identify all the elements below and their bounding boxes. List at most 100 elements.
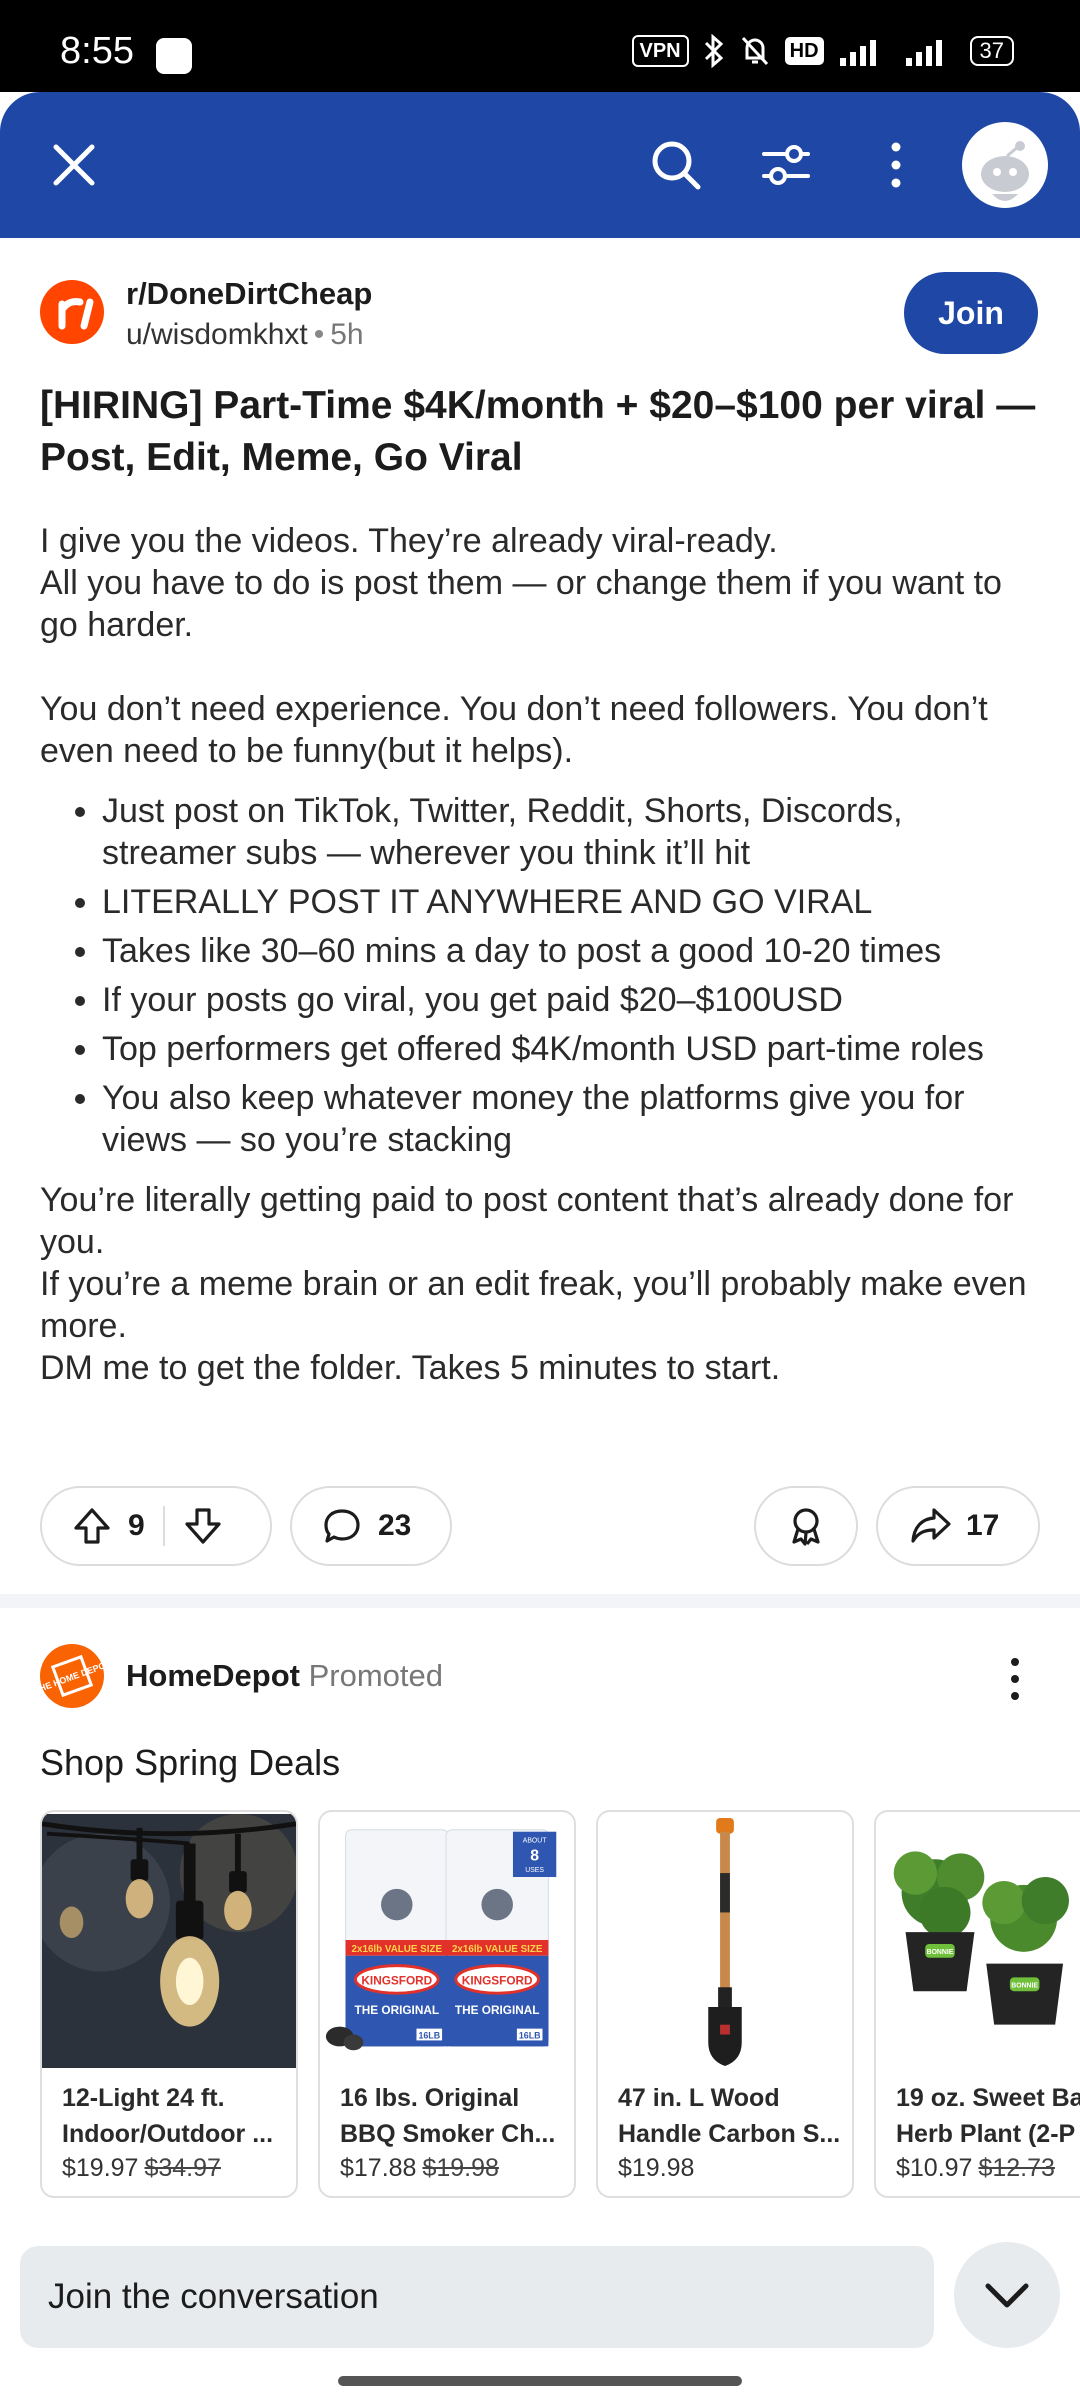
body-paragraph: You’re literally getting paid to post co… <box>40 1181 1014 1261</box>
bullet-item: Top performers get offered $4K/month USD… <box>102 1028 1040 1070</box>
comments-button[interactable]: 23 <box>290 1486 452 1566</box>
status-icons: VPN HD 37 <box>631 34 1014 68</box>
body-paragraph: DM me to get the folder. Takes 5 minutes… <box>40 1349 781 1387</box>
search-icon[interactable] <box>648 137 704 193</box>
badge-bottom-text: USES <box>525 1867 544 1874</box>
share-icon <box>911 1508 951 1543</box>
product-name-line: Handle Carbon S... <box>618 2120 841 2148</box>
charcoal-bags-image: 2x16lb VALUE SIZE 2x16lb VALUE SIZE KING… <box>320 1814 574 2068</box>
product-name-line: 19 oz. Sweet Ba <box>896 2084 1080 2112</box>
advertiser-name[interactable]: HomeDepot <box>126 1658 300 1693</box>
shovel-image <box>598 1814 852 2068</box>
downvote-icon[interactable] <box>183 1506 223 1546</box>
product-name[interactable]: 12-Light 24 ft. Indoor/Outdoor ... <box>62 2080 292 2152</box>
home-indicator[interactable] <box>338 2376 742 2386</box>
signal-icon-2 <box>905 40 942 66</box>
snoo-avatar-icon <box>981 141 1029 201</box>
body-paragraph: All you have to do is post them — or cha… <box>40 564 1002 644</box>
product-price: $10.97 $12.73 <box>896 2154 1055 2183</box>
chevron-down-icon <box>985 2283 1029 2308</box>
upvote-icon[interactable] <box>72 1506 112 1546</box>
signal-icon <box>839 40 876 66</box>
comment-input[interactable]: Join the conversation <box>20 2246 934 2348</box>
vpn-icon: VPN <box>631 35 689 67</box>
bullet-item: Just post on TikTok, Twitter, Reddit, Sh… <box>102 790 1040 874</box>
award-icon <box>792 1508 820 1546</box>
basil-plant-image: BONNIE BONNIE <box>876 1814 1080 2068</box>
bullet-list: Just post on TikTok, Twitter, Reddit, Sh… <box>40 790 1040 1161</box>
product-price: $17.88 $19.98 <box>340 2154 499 2183</box>
charcoal-brand-text: KINGSFORD <box>361 1973 432 1987</box>
subreddit-name[interactable]: r/DoneDirtCheap <box>126 276 372 312</box>
user-avatar[interactable] <box>962 122 1048 208</box>
product-card[interactable]: BONNIE BONNIE 19 oz. Sweet Ba Herb Plant … <box>874 1810 1080 2198</box>
join-button[interactable]: Join <box>904 272 1038 354</box>
product-card[interactable]: 12-Light 24 ft. Indoor/Outdoor ... $19.97… <box>40 1810 298 2198</box>
charcoal-sub-text: THE ORIGINAL <box>455 2003 540 2017</box>
vote-divider <box>162 1506 165 1546</box>
original-price: $19.98 <box>422 2154 499 2182</box>
badge-top-text: ABOUT <box>523 1838 547 1845</box>
award-button[interactable] <box>754 1486 858 1566</box>
subreddit-icon[interactable] <box>40 280 104 344</box>
vote-count: 9 <box>128 1509 145 1542</box>
bottom-bar: Join the conversation <box>0 2236 1080 2400</box>
product-price: $19.97 $34.97 <box>62 2154 221 2183</box>
body-paragraph: I give you the videos. They’re already v… <box>40 522 778 560</box>
homedepot-logo[interactable]: THE HOME DEPOT <box>33 1644 113 1708</box>
body-paragraph: You don’t need experience. You don’t nee… <box>40 690 988 770</box>
body-paragraph: If you’re a meme brain or an edit freak,… <box>40 1265 1027 1345</box>
reddit-r-icon <box>58 298 94 330</box>
bullet-item: LITERALLY POST IT ANYWHERE AND GO VIRAL <box>102 881 1040 923</box>
current-price: $19.98 <box>618 2154 695 2182</box>
app-bar <box>0 92 1080 238</box>
current-price: $19.97 <box>62 2154 139 2182</box>
bluetooth-icon <box>704 34 723 68</box>
product-name[interactable]: 47 in. L Wood Handle Carbon S... <box>618 2080 848 2152</box>
meta-separator: • <box>313 318 325 351</box>
ad-more-icon[interactable] <box>1000 1654 1030 1704</box>
notification-app-icon <box>156 38 192 74</box>
bullet-item: You also keep whatever money the platfor… <box>102 1077 1040 1161</box>
status-bar: 8:55 VPN HD 37 <box>0 0 1080 92</box>
collapse-button[interactable] <box>954 2242 1060 2348</box>
clock: 8:55 <box>60 30 134 72</box>
comment-icon <box>324 1509 360 1543</box>
homedepot-logo-icon: THE HOME DEPOT <box>33 1654 113 1698</box>
battery-icon: 37 <box>969 36 1014 66</box>
promoted-label: Promoted <box>308 1658 443 1693</box>
share-count: 17 <box>966 1509 1000 1542</box>
charcoal-value-text: 2x16lb VALUE SIZE <box>452 1944 543 1955</box>
comment-count: 23 <box>378 1509 412 1542</box>
product-card[interactable]: 47 in. L Wood Handle Carbon S... $19.98 <box>596 1810 854 2198</box>
more-vertical-icon[interactable] <box>868 137 924 193</box>
hd-voice-icon: HD <box>784 37 824 65</box>
advertiser-line: HomeDepot Promoted <box>126 1658 443 1694</box>
author-name[interactable]: u/wisdomkhxt <box>126 318 308 351</box>
post-header: r/DoneDirtCheap u/wisdomkhxt • 5h Join <box>40 272 1040 356</box>
plant-tag-text: BONNIE <box>1011 1982 1038 1989</box>
feed-divider <box>0 1594 1080 1608</box>
badge-number-text: 8 <box>530 1847 539 1864</box>
close-icon[interactable] <box>46 137 102 193</box>
product-name[interactable]: 19 oz. Sweet Ba Herb Plant (2-P <box>896 2080 1080 2152</box>
vote-control: 9 <box>40 1486 272 1566</box>
sort-filter-icon[interactable] <box>758 137 814 193</box>
current-price: $10.97 <box>896 2154 973 2182</box>
bell-muted-icon <box>741 36 768 66</box>
charcoal-weight-text: 16LB <box>519 2030 541 2040</box>
charcoal-sub-text: THE ORIGINAL <box>355 2003 440 2017</box>
post-body: I give you the videos. They’re already v… <box>40 520 1040 1389</box>
charcoal-brand-text: KINGSFORD <box>462 1973 533 1987</box>
product-name-line: BBQ Smoker Ch... <box>340 2120 556 2148</box>
ad-header: THE HOME DEPOT HomeDepot Promoted <box>33 1644 1040 1714</box>
share-button[interactable]: 17 <box>876 1486 1040 1566</box>
product-name-line: 16 lbs. Original <box>340 2084 520 2112</box>
ad-headline: Shop Spring Deals <box>40 1742 341 1783</box>
current-price: $17.88 <box>340 2154 417 2182</box>
charcoal-weight-text: 16LB <box>418 2030 440 2040</box>
string-lights-image <box>42 1814 296 2068</box>
product-card[interactable]: 2x16lb VALUE SIZE 2x16lb VALUE SIZE KING… <box>318 1810 576 2198</box>
product-carousel[interactable]: 12-Light 24 ft. Indoor/Outdoor ... $19.97… <box>40 1810 1080 2200</box>
product-name[interactable]: 16 lbs. Original BBQ Smoker Ch... <box>340 2080 570 2152</box>
